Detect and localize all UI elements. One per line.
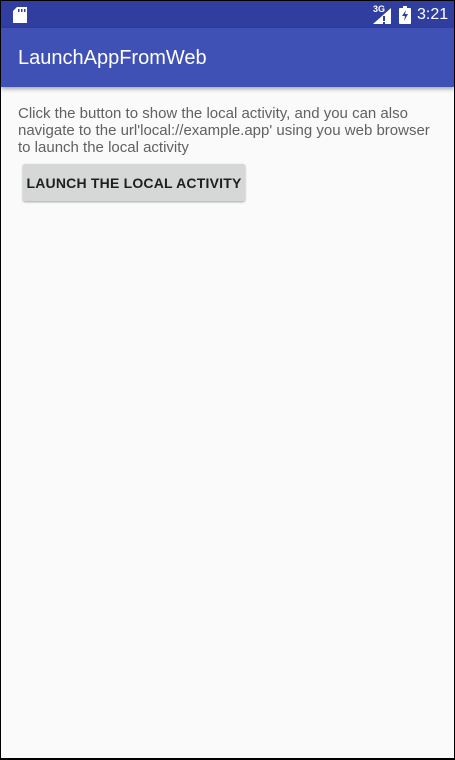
device-screen: 3G 3:21 LaunchAppFromWeb Click the butto… [1, 1, 454, 758]
launch-button-label: LAUNCH THE LOCAL ACTIVITY [26, 174, 242, 191]
app-title: LaunchAppFromWeb [18, 47, 207, 69]
status-clock: 3:21 [417, 6, 449, 23]
signal-strength-icon [373, 8, 391, 24]
launch-local-activity-button[interactable]: LAUNCH THE LOCAL ACTIVITY [23, 164, 245, 201]
status-bar: 3G 3:21 [1, 1, 454, 28]
sd-card-icon [13, 7, 27, 23]
app-bar: LaunchAppFromWeb [1, 28, 454, 87]
battery-charging-icon [399, 6, 411, 24]
description-text: Click the button to show the local activ… [18, 105, 430, 156]
